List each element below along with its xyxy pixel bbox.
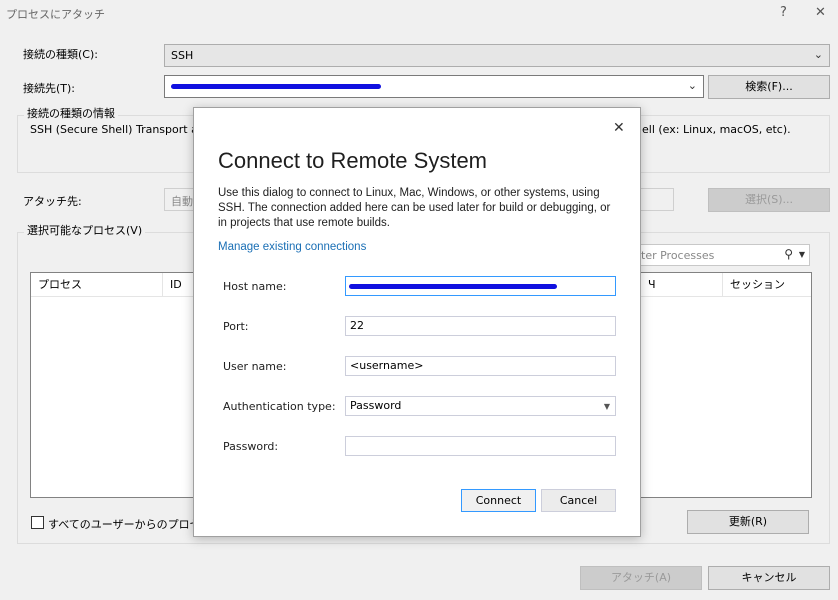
- password-input[interactable]: [345, 436, 616, 456]
- chevron-down-icon[interactable]: ⌄: [688, 79, 697, 92]
- info-text-right: ell (ex: Linux, macOS, etc).: [642, 123, 791, 136]
- show-all-users-checkbox[interactable]: [31, 516, 44, 529]
- connection-target-input[interactable]: ⌄: [164, 75, 704, 98]
- info-group-label: 接続の種類の情報: [24, 105, 118, 121]
- column-partial[interactable]: Ч: [641, 273, 723, 297]
- chevron-down-icon: ⌄: [813, 48, 823, 61]
- cancel-button[interactable]: キャンセル: [708, 566, 830, 590]
- connection-type-value: SSH: [171, 49, 194, 62]
- redaction-mark: [171, 84, 381, 89]
- caret-down-icon[interactable]: ▼: [799, 250, 805, 259]
- help-button[interactable]: ?: [780, 5, 787, 20]
- redaction-mark: [349, 284, 557, 289]
- auth-type-label: Authentication type:: [223, 400, 336, 413]
- user-name-label: User name:: [223, 360, 287, 373]
- column-session[interactable]: セッション: [723, 273, 811, 297]
- attach-to-value: 自動: [171, 195, 193, 208]
- info-text-left: SSH (Secure Shell) Transport all: [30, 123, 204, 136]
- caret-down-icon: ▼: [603, 402, 610, 411]
- port-input[interactable]: 22: [345, 316, 616, 336]
- auth-type-value: Password: [350, 399, 402, 412]
- select-button[interactable]: 選択(S)...: [708, 188, 830, 212]
- dialog-description: Use this dialog to connect to Linux, Mac…: [218, 187, 611, 229]
- filter-placeholder: ter Processes: [641, 249, 715, 262]
- column-process[interactable]: プロセス: [31, 273, 163, 297]
- dialog-close-button[interactable]: ✕: [613, 120, 625, 136]
- connection-type-label: 接続の種類(C):: [23, 48, 98, 61]
- auth-type-select[interactable]: Password ▼: [345, 396, 616, 416]
- manage-connections-link[interactable]: Manage existing connections: [218, 241, 366, 253]
- dialog-title: Connect to Remote System: [218, 148, 488, 173]
- connect-button[interactable]: Connect: [461, 489, 536, 512]
- connection-type-select[interactable]: SSH ⌄: [164, 44, 830, 67]
- search-button[interactable]: 検索(F)...: [708, 75, 830, 99]
- connect-remote-dialog: ✕ Connect to Remote System Use this dial…: [193, 107, 641, 537]
- attach-button[interactable]: アタッチ(A): [580, 566, 702, 590]
- user-name-input[interactable]: <username>: [345, 356, 616, 376]
- refresh-button[interactable]: 更新(R): [687, 510, 809, 534]
- host-name-label: Host name:: [223, 280, 287, 293]
- window-close-button[interactable]: ✕: [815, 5, 826, 20]
- connection-target-label: 接続先(T):: [23, 82, 76, 95]
- host-name-input[interactable]: [345, 276, 616, 296]
- dialog-cancel-button[interactable]: Cancel: [541, 489, 616, 512]
- search-icon[interactable]: ⚲: [784, 247, 793, 261]
- available-processes-label: 選択可能なプロセス(V): [24, 222, 146, 238]
- port-label: Port:: [223, 320, 249, 333]
- window-title: プロセスにアタッチ: [6, 8, 105, 21]
- attach-to-label: アタッチ先:: [23, 195, 82, 208]
- password-label: Password:: [223, 440, 279, 453]
